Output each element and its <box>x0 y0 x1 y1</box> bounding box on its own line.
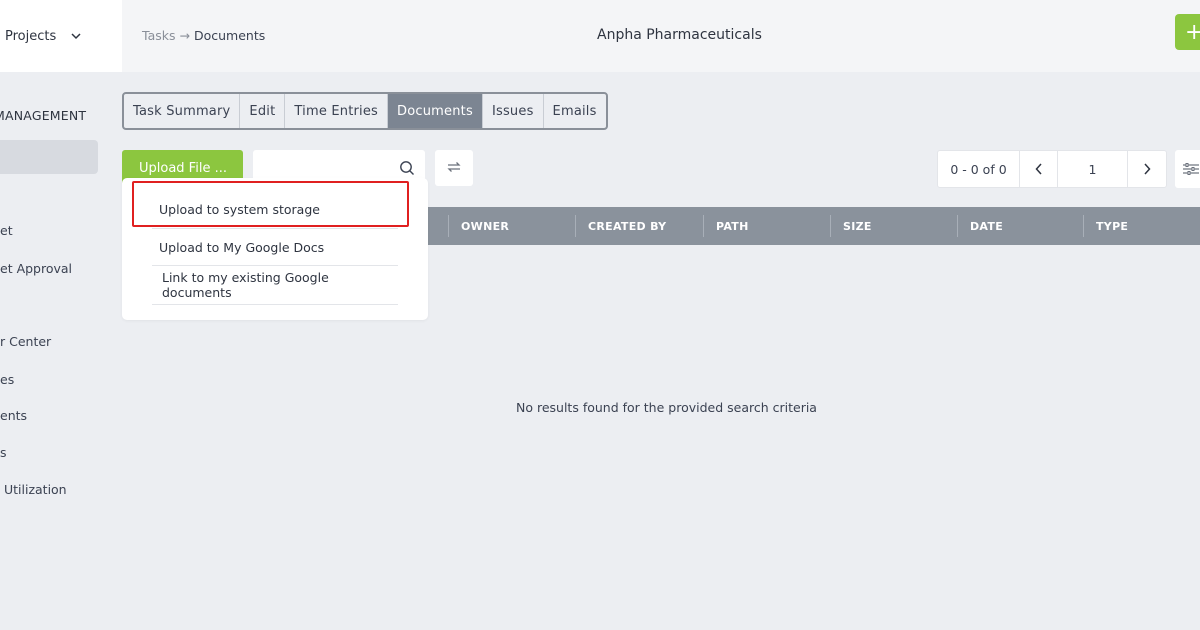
sidebar-item[interactable]: s <box>0 445 7 460</box>
section-title: MANAGEMENT <box>0 108 87 123</box>
menu-item-link-google-documents[interactable]: Link to my existing Google documents <box>152 266 398 304</box>
column-settings-button[interactable] <box>1175 150 1200 188</box>
projects-label: Projects <box>5 28 57 44</box>
sidebar-item[interactable]: r Center <box>0 334 51 349</box>
refresh-button[interactable] <box>435 150 473 186</box>
chevron-right-icon <box>1144 163 1151 175</box>
sidebar: Projects MANAGEMENT et et Approval r Cen… <box>0 0 122 630</box>
breadcrumb: Tasks → Documents <box>142 28 265 43</box>
search-icon[interactable] <box>399 160 415 176</box>
column-size[interactable]: SIZE <box>831 207 872 245</box>
projects-dropdown[interactable]: Projects <box>0 0 122 72</box>
sidebar-item-active[interactable] <box>0 140 98 174</box>
next-page-button[interactable] <box>1128 151 1166 187</box>
sidebar-item[interactable]: es <box>0 372 14 387</box>
sidebar-item[interactable]: ents <box>0 408 27 423</box>
column-date[interactable]: DATE <box>958 207 1003 245</box>
page-number[interactable]: 1 <box>1058 151 1128 187</box>
menu-item-upload-google-docs[interactable]: Upload to My Google Docs <box>152 228 398 266</box>
add-button[interactable]: + <box>1175 14 1200 50</box>
chevron-down-icon <box>70 30 82 42</box>
tab-emails[interactable]: Emails <box>544 94 606 128</box>
breadcrumb-current: Documents <box>193 28 266 43</box>
highlight-annotation <box>132 181 409 227</box>
breadcrumb-arrow: → <box>179 28 190 43</box>
topbar: Tasks → Documents Anpha Pharmaceuticals … <box>122 0 1200 72</box>
sidebar-item[interactable]: Utilization <box>0 482 67 497</box>
tab-edit[interactable]: Edit <box>240 94 286 128</box>
company-name: Anpha Pharmaceuticals <box>597 27 762 43</box>
tab-bar: Task Summary Edit Time Entries Documents… <box>122 92 608 130</box>
tab-task-summary[interactable]: Task Summary <box>124 94 241 128</box>
column-owner[interactable]: OWNER <box>449 207 509 245</box>
sidebar-item[interactable]: et <box>0 223 13 238</box>
tab-documents[interactable]: Documents <box>388 94 483 128</box>
empty-state-message: No results found for the provided search… <box>516 400 817 415</box>
sliders-icon <box>1183 163 1199 175</box>
column-path[interactable]: PATH <box>704 207 749 245</box>
column-created-by[interactable]: CREATED BY <box>576 207 666 245</box>
pagination: 0 - 0 of 0 1 <box>937 150 1167 188</box>
pagination-range: 0 - 0 of 0 <box>938 151 1020 187</box>
sidebar-item[interactable]: et Approval <box>0 261 72 276</box>
refresh-icon <box>446 159 462 178</box>
tab-issues[interactable]: Issues <box>483 94 544 128</box>
tab-time-entries[interactable]: Time Entries <box>285 94 389 128</box>
chevron-left-icon <box>1034 163 1042 175</box>
menu-divider <box>152 304 398 305</box>
breadcrumb-parent[interactable]: Tasks <box>142 28 176 43</box>
prev-page-button[interactable] <box>1020 151 1058 187</box>
column-type[interactable]: TYPE <box>1084 207 1128 245</box>
